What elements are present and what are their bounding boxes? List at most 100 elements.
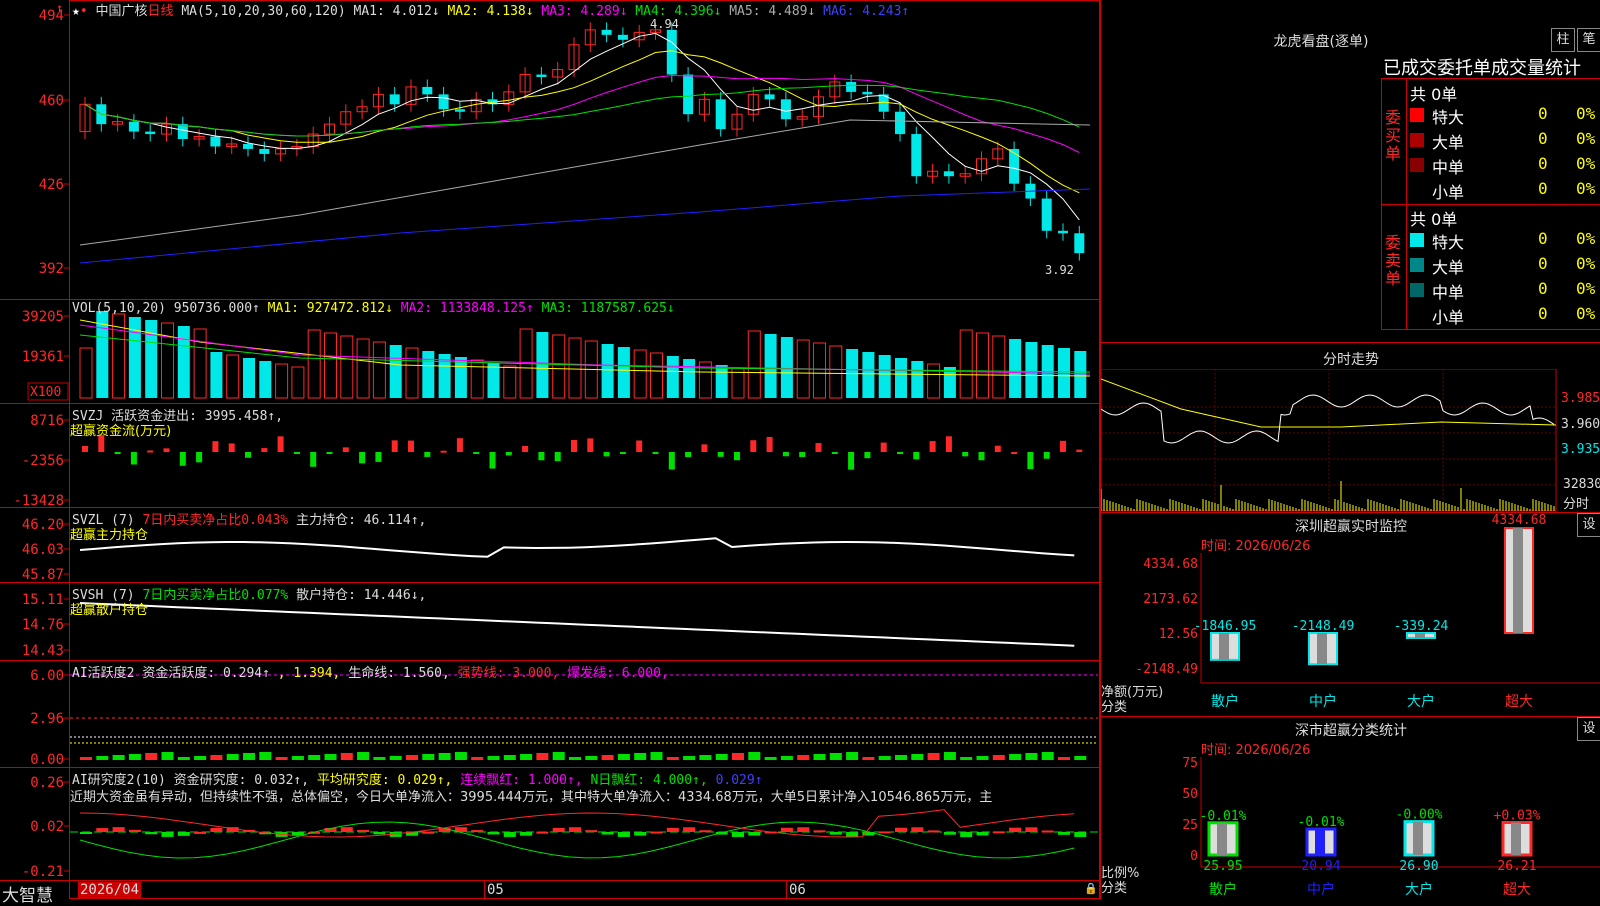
order-category: 中单 <box>1432 283 1465 302</box>
candle-down <box>846 81 857 92</box>
ai-activity-ytick-1: 2.96 <box>30 711 64 727</box>
volume-chart[interactable] <box>79 311 1091 399</box>
volume-ytick-1: 19361 <box>22 349 64 365</box>
intraday-price-line <box>1101 394 1555 444</box>
price-legend-item-3: MA3: 4.289↓ <box>541 4 636 19</box>
classify-bar-chart[interactable]: 75 50 25 0 -0.01% 25.95 散户 -0.01% 20.94 中户 -0.00% 2… <box>1101 717 1600 900</box>
classify-panel: 深市超赢分类统计 设 时间: 2026/06/26 75 50 25 0 -0.01% 2… <box>1101 717 1600 900</box>
intraday-panel[interactable]: 分时走势 3.985 3.960 3.935 32830 分时 <box>1101 343 1600 513</box>
research-bar <box>992 831 1005 834</box>
activity-bar <box>80 757 92 760</box>
money-flow-bar <box>750 440 757 452</box>
activity-bar <box>960 757 973 760</box>
money-flow-bar <box>424 452 431 457</box>
money-flow-chart[interactable] <box>82 435 1083 470</box>
research-bar <box>177 832 190 836</box>
order-category: 大单 <box>1432 133 1465 152</box>
star-icon[interactable]: ★ <box>72 4 80 19</box>
longhu-header: 已成交委托单成交量统计 <box>1383 58 1581 79</box>
activity-bar <box>487 756 500 760</box>
candlestick-chart[interactable]: 4.94 3.92 <box>79 17 1091 277</box>
money-flow-bar <box>815 443 822 452</box>
monitor-bar-chart[interactable]: 4334.68 2173.62 12.56 -2148.49 -1846.95 散户 -21… <box>1101 513 1600 717</box>
activity-bar <box>992 755 1005 760</box>
volume-bar-up <box>959 329 973 399</box>
order-row: 大单 0 0% <box>1408 129 1600 152</box>
money-flow-bar <box>864 452 871 459</box>
monitor-bar-shade <box>1513 528 1523 633</box>
price-low-label: 3.92 <box>1045 263 1074 277</box>
bar-mode-button[interactable]: 柱 <box>1551 28 1575 52</box>
money-flow-bar <box>929 441 936 452</box>
classify-category: 中户 <box>1307 881 1335 898</box>
activity-bar <box>243 753 255 760</box>
money-flow-ytick-2: -13428 <box>13 493 64 509</box>
research-bar <box>829 832 842 835</box>
monitor-category: 超大 <box>1505 694 1533 710</box>
research-bar <box>536 831 549 834</box>
research-bar <box>699 830 712 833</box>
money-flow-bar <box>799 452 806 457</box>
research-bar <box>145 832 158 835</box>
order-row: 特大 0 0% <box>1408 229 1600 252</box>
money-flow-bar <box>685 452 692 458</box>
order-category: 大单 <box>1432 258 1465 277</box>
retail-holding-legend-item-1: 7日内买卖净占比0.077% <box>142 588 297 603</box>
research-bar <box>96 828 109 832</box>
classify-ytick-1: 50 <box>1182 787 1198 802</box>
main-holding-legend-item-2: 主力持仓: 46.114↑, <box>296 513 427 528</box>
activity-bar <box>226 754 239 760</box>
money-flow-bar <box>1076 449 1083 452</box>
volume-bar-down <box>145 320 158 398</box>
activity-bar <box>764 757 777 760</box>
ai-activity-chart[interactable] <box>70 674 1098 760</box>
period-label[interactable]: 日线 <box>148 4 174 19</box>
research-bar <box>194 831 207 834</box>
candle-down <box>1074 233 1085 254</box>
volume-bar-up <box>372 341 386 399</box>
intraday-chart[interactable] <box>1101 369 1600 513</box>
money-flow-bar <box>962 452 969 457</box>
candle-down <box>715 99 726 130</box>
reset-marker-icon[interactable]: ↑ <box>56 1 63 15</box>
volume-bar-down <box>911 361 924 398</box>
monitor-ytick-3: -2148.49 <box>1135 662 1198 677</box>
volume-bar-down <box>715 365 728 398</box>
research-bar <box>780 827 793 832</box>
research-bar <box>846 832 859 837</box>
order-row: 大单 0 0% <box>1408 254 1600 277</box>
volume-bar-up <box>307 329 321 399</box>
money-flow-bar <box>179 452 186 466</box>
realtime-monitor-panel: 深圳超赢实时监控 设 时间: 2026/06/26 4334.68 2173.62… <box>1101 513 1600 717</box>
app-brand: 大智慧 <box>2 886 53 906</box>
activity-bar <box>406 755 418 760</box>
research-bar <box>1058 832 1070 835</box>
activity-bar <box>683 756 696 760</box>
order-category: 中单 <box>1432 158 1465 177</box>
main-holding-ytick-1: 46.03 <box>22 542 64 558</box>
money-flow-bar <box>114 452 121 454</box>
order-percent: 0% <box>1576 229 1596 248</box>
activity-bar <box>601 755 614 760</box>
activity-bar <box>699 755 712 760</box>
candle-down <box>422 86 433 95</box>
retail-holding-chart[interactable] <box>79 602 1075 647</box>
main-holding-chart[interactable] <box>79 537 1075 558</box>
research-bar <box>422 831 435 834</box>
research-bar <box>927 830 940 833</box>
activity-bar <box>128 754 141 760</box>
activity-bar <box>943 752 956 760</box>
activity-bar <box>96 756 109 760</box>
main-chart-area[interactable]: 49446042639239205193618716-2356-1342846.… <box>0 0 1100 900</box>
classify-change-label: -0.01% <box>1200 809 1247 824</box>
category-swatch-icon <box>1410 158 1424 172</box>
tick-mode-button[interactable]: 笔 <box>1577 28 1600 52</box>
money-flow-bar <box>1060 440 1066 452</box>
volume-bar-down <box>683 359 696 398</box>
lock-icon[interactable]: 🔒 <box>1084 882 1098 895</box>
activity-bar <box>471 757 484 760</box>
ai-research-chart[interactable] <box>70 809 1098 859</box>
candle-down <box>862 91 873 95</box>
volume-bar-up <box>829 345 843 399</box>
research-bar <box>1025 827 1038 832</box>
